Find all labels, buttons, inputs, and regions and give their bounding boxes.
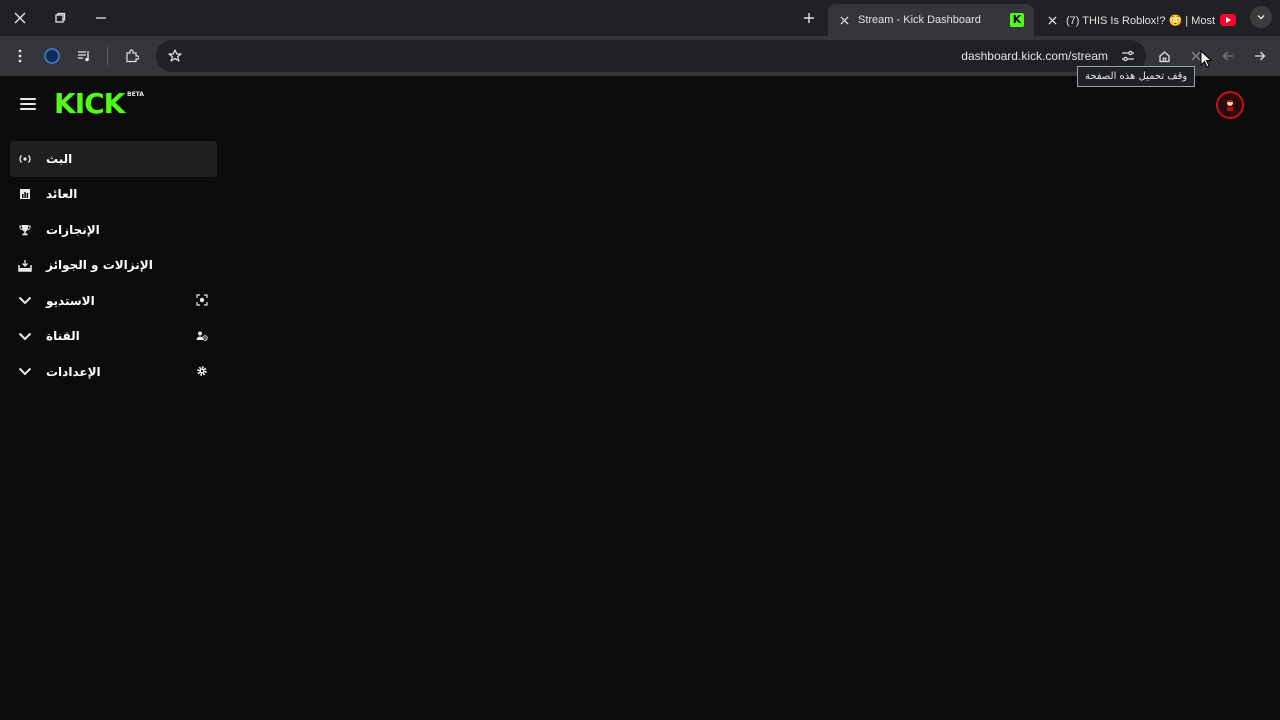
hamburger-line [20,98,36,100]
sidebar-item-settings[interactable]: الإعدادات [10,354,217,390]
tune-icon [1122,50,1134,62]
tab-close-button[interactable] [1044,12,1060,28]
broadcast-icon [18,152,32,166]
arrow-right-icon [1255,51,1266,61]
sidebar-item-label: الإنجازات [46,222,100,237]
site-settings-button[interactable] [1116,44,1140,68]
puzzle-icon [126,49,139,63]
youtube-icon [1220,14,1236,26]
hamburger-line [20,108,36,110]
sidebar-item-label: القناة [46,329,80,344]
sidebar-nav: البث العائد الإنجازات الإنزالات و الجوائ… [10,141,217,390]
profile-extension-button[interactable] [40,44,64,68]
home-button[interactable] [1152,44,1176,68]
sidebar-item-stream[interactable]: البث [10,141,217,177]
avatar-icon [1226,100,1234,111]
window-minimize-button[interactable] [89,6,113,30]
minimize-icon [96,17,106,19]
sidebar-item-label: البث [46,151,73,166]
arrow-left-icon [1222,51,1233,61]
beta-badge: BETA [127,91,144,98]
sidebar-item-channel[interactable]: القناة [10,319,217,355]
browser-menu-button[interactable] [8,44,32,68]
sidebar-item-label: الإنزالات و الجوائز [46,258,153,273]
revenue-icon [18,187,32,201]
plus-icon [804,13,814,23]
stop-loading-tooltip: وقف تحميل هذه الصفحة [1077,66,1196,87]
close-icon [1047,15,1057,25]
tab-close-button[interactable] [836,12,852,28]
media-queue-icon [78,51,89,62]
chevron-down-icon[interactable] [18,365,32,379]
star-icon [168,49,182,62]
kick-logo[interactable]: KICK [54,89,125,119]
drops-icon [18,258,32,272]
sidebar-item-label: الاستديو [46,293,95,308]
sidebar-item-achievements[interactable]: الإنجازات [10,212,217,248]
user-avatar[interactable] [1216,91,1244,119]
forward-button[interactable] [1248,44,1272,68]
chevron-down-icon[interactable] [18,329,32,343]
bookmark-button[interactable] [163,44,187,68]
tab-kick-dashboard[interactable]: Stream - Kick Dashboard K [828,4,1034,36]
close-icon [14,12,26,24]
toolbar-separator [107,47,108,65]
address-bar[interactable]: dashboard.kick.com/stream [156,40,1146,72]
media-control-button[interactable] [72,44,96,68]
sidebar-item-label: الإعدادات [46,364,101,379]
profile-avatar-icon [44,48,60,64]
tab-title: Stream - Kick Dashboard [858,14,981,26]
kick-icon: K [1010,13,1024,27]
sidebar-item-studio[interactable]: الاستديو [10,283,217,319]
trophy-icon [18,223,32,237]
sidebar-item-revenue[interactable]: العائد [10,177,217,213]
browser-titlebar: Stream - Kick Dashboard K (7) THIS Is Ro… [0,0,1280,36]
sidebar-item-drops[interactable]: الإنزالات و الجوائز [10,248,217,284]
window-close-button[interactable] [8,6,32,30]
tab-title: (7) THIS Is Roblox!? 😳 | Most ... [1066,14,1216,27]
dashboard-page: KICK BETA البث العائد الإنجازات الإنزالا… [0,76,1280,720]
sidebar-toggle-button[interactable] [20,98,36,110]
kebab-menu-icon [18,49,22,63]
restore-icon [55,12,66,23]
channel-icon [195,329,209,343]
chevron-down-icon[interactable] [18,294,32,308]
extensions-button[interactable] [120,44,144,68]
new-tab-button[interactable] [797,6,821,30]
mouse-cursor-icon [1200,50,1212,68]
hamburger-line [20,103,36,105]
home-icon [1158,50,1170,62]
window-restore-button[interactable] [48,6,72,30]
sidebar-item-label: العائد [46,187,78,202]
close-icon [839,15,849,25]
settings-icon [195,364,209,378]
back-button[interactable] [1216,44,1240,68]
tab-youtube[interactable]: (7) THIS Is Roblox!? 😳 | Most ... [1036,4,1242,36]
studio-icon [195,293,209,307]
tab-search-button[interactable] [1250,6,1272,28]
chevron-down-icon [1257,15,1265,20]
